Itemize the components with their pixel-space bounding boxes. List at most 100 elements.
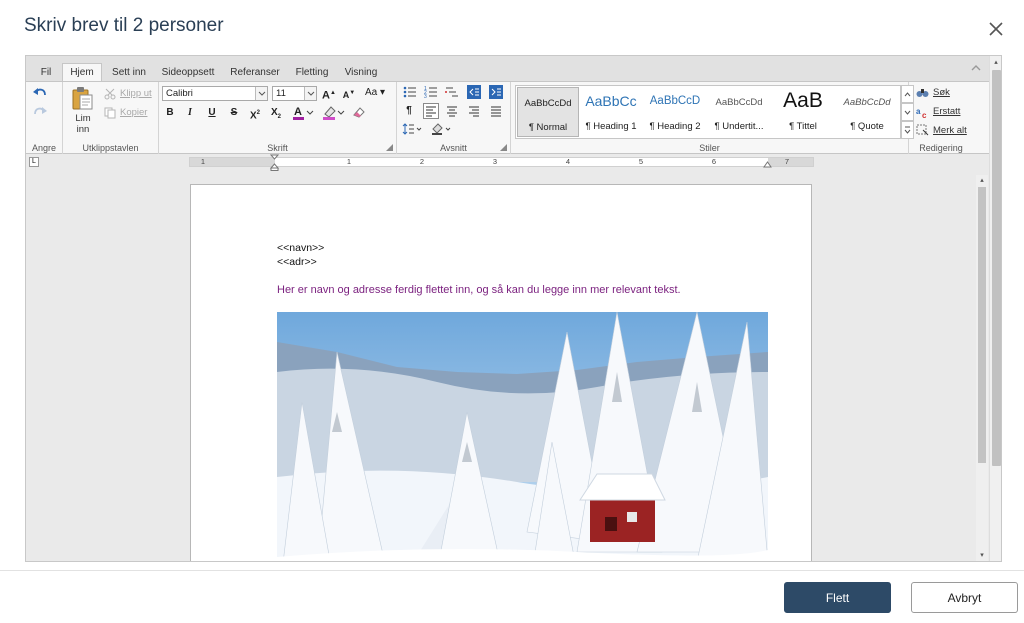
right-indent-marker-icon[interactable] xyxy=(763,159,772,168)
merge-field-name[interactable]: <<navn>> xyxy=(277,242,324,254)
paragraph-dialog-launcher-icon[interactable] xyxy=(500,144,507,151)
scroll-down-icon[interactable]: ▾ xyxy=(978,552,986,560)
group-label-styles: Stiler xyxy=(699,143,720,153)
select-all-button[interactable]: Merk alt xyxy=(933,125,967,136)
ruler-number: 1 xyxy=(346,157,352,166)
line-spacing-icon[interactable] xyxy=(402,122,424,136)
redo-icon[interactable] xyxy=(33,106,47,118)
font-name-value: Calibri xyxy=(166,88,193,99)
decrease-indent-icon[interactable] xyxy=(467,85,481,99)
highlight-icon[interactable] xyxy=(322,104,346,121)
shading-icon[interactable] xyxy=(430,122,454,136)
paste-label-2[interactable]: inn xyxy=(72,124,94,135)
document-area[interactable]: <<navn>> <<adr>> Her er navn og adresse … xyxy=(26,171,989,562)
style-normal[interactable]: AaBbCcDd ¶ Normal xyxy=(517,87,579,137)
style-name: ¶ Tittel xyxy=(789,121,817,132)
cut-button[interactable]: Klipp ut xyxy=(120,88,152,99)
collapse-ribbon-icon[interactable] xyxy=(970,62,982,74)
dialog-title: Skriv brev til 2 personer xyxy=(24,15,224,36)
tab-visning[interactable]: Visning xyxy=(341,64,381,81)
justify-icon[interactable] xyxy=(489,104,503,118)
svg-text:c: c xyxy=(922,111,927,118)
search-button[interactable]: Søk xyxy=(933,87,950,98)
grow-font-button[interactable]: A▲ xyxy=(322,86,336,102)
scroll-up-icon[interactable]: ▴ xyxy=(992,59,1000,67)
group-paragraph: 123 ¶ Avsnitt xyxy=(397,82,511,154)
binoculars-icon[interactable] xyxy=(916,87,929,98)
style-preview: AaB xyxy=(783,89,823,112)
rich-text-editor: Fil Hjem Sett inn Sideoppsett Referanser… xyxy=(25,55,1002,562)
body-text[interactable]: Her er navn og adresse ferdig flettet in… xyxy=(277,284,681,296)
cut-icon[interactable] xyxy=(104,88,116,100)
indent-marker-icon[interactable] xyxy=(270,154,279,171)
style-heading-1[interactable]: AaBbCc ¶ Heading 1 xyxy=(580,87,642,137)
font-name-select[interactable]: Calibri xyxy=(162,86,268,101)
snowy-forest-image[interactable] xyxy=(277,312,768,562)
copy-button[interactable]: Kopier xyxy=(120,107,147,118)
scroll-up-icon[interactable]: ▴ xyxy=(978,177,986,185)
style-heading-2[interactable]: AaBbCcD ¶ Heading 2 xyxy=(644,87,706,137)
style-preview: AaBbCc xyxy=(585,93,637,109)
change-case-button[interactable]: Aa ▾ xyxy=(362,86,388,100)
ribbon-tab-bar: Fil Hjem Sett inn Sideoppsett Referanser… xyxy=(26,56,989,82)
tab-hjem[interactable]: Hjem xyxy=(62,63,102,82)
document-scroll-thumb[interactable] xyxy=(978,187,986,463)
clear-formatting-icon[interactable] xyxy=(351,104,367,120)
style-name: ¶ Normal xyxy=(528,122,568,133)
merge-button[interactable]: Flett xyxy=(784,582,891,613)
group-editing: Søk ac Erstatt Merk alt Redigering xyxy=(909,82,973,154)
increase-indent-icon[interactable] xyxy=(489,85,503,99)
ruler-right-margin xyxy=(768,158,813,166)
bold-button[interactable]: B xyxy=(163,106,177,120)
editor-scroll-thumb[interactable] xyxy=(992,70,1001,466)
subscript-button[interactable]: X2 xyxy=(269,106,283,120)
align-center-icon[interactable] xyxy=(445,104,459,118)
tab-fil[interactable]: Fil xyxy=(34,64,58,81)
select-all-icon[interactable] xyxy=(916,124,929,136)
tab-sideoppsett[interactable]: Sideoppsett xyxy=(158,64,218,81)
italic-button[interactable]: I xyxy=(183,106,197,120)
close-icon[interactable] xyxy=(985,18,1007,40)
svg-text:3: 3 xyxy=(424,94,427,99)
editor-scrollbar[interactable]: ▴ xyxy=(989,56,1001,561)
font-color-icon[interactable]: A xyxy=(292,104,314,121)
copy-icon[interactable] xyxy=(104,107,116,119)
font-dialog-launcher-icon[interactable] xyxy=(386,144,393,151)
merge-field-address[interactable]: <<adr>> xyxy=(277,256,317,268)
paste-icon[interactable] xyxy=(71,86,93,110)
font-size-select[interactable]: 11 xyxy=(272,86,317,101)
style-title[interactable]: AaB ¶ Tittel xyxy=(772,87,834,137)
superscript-button[interactable]: X2 xyxy=(248,106,262,121)
strikethrough-button[interactable]: S xyxy=(227,106,241,120)
style-quote[interactable]: AaBbCcDd ¶ Quote xyxy=(836,87,898,137)
style-preview: AaBbCcD xyxy=(649,95,701,107)
tab-sett-inn[interactable]: Sett inn xyxy=(108,64,150,81)
show-formatting-marks-icon[interactable]: ¶ xyxy=(402,104,416,118)
numbering-icon[interactable]: 123 xyxy=(424,85,438,99)
document-page[interactable]: <<navn>> <<adr>> Her er navn og adresse … xyxy=(190,184,812,562)
shrink-font-button[interactable]: A▼ xyxy=(342,86,356,100)
cancel-button[interactable]: Avbryt xyxy=(911,582,1018,613)
bullets-icon[interactable] xyxy=(403,85,417,99)
styles-gallery: AaBbCcDd ¶ Normal AaBbCc ¶ Heading 1 AaB… xyxy=(515,85,901,139)
svg-text:A: A xyxy=(294,106,302,118)
footer-divider xyxy=(0,570,1024,571)
underline-button[interactable]: U xyxy=(205,106,219,120)
document-scrollbar[interactable]: ▴ ▾ xyxy=(976,175,988,561)
align-right-icon[interactable] xyxy=(467,104,481,118)
undo-icon[interactable] xyxy=(33,87,47,99)
tab-referanser[interactable]: Referanser xyxy=(226,64,284,81)
ruler-number: 2 xyxy=(419,157,425,166)
tab-fletting[interactable]: Fletting xyxy=(291,64,333,81)
ruler-number: 7 xyxy=(784,157,790,166)
align-left-icon[interactable] xyxy=(423,103,439,119)
replace-icon[interactable]: ac xyxy=(916,106,929,118)
multilevel-list-icon[interactable] xyxy=(445,85,459,99)
tab-selector[interactable]: L xyxy=(29,157,39,167)
style-subtitle[interactable]: AaBbCcDd ¶ Undertit... xyxy=(708,87,770,137)
horizontal-ruler[interactable]: 1 1 2 3 4 5 6 7 xyxy=(189,157,814,167)
paste-label-1[interactable]: Lim xyxy=(72,113,94,124)
replace-button[interactable]: Erstatt xyxy=(933,106,960,117)
chevron-down-icon xyxy=(304,87,316,100)
group-label-editing: Redigering xyxy=(919,143,963,153)
